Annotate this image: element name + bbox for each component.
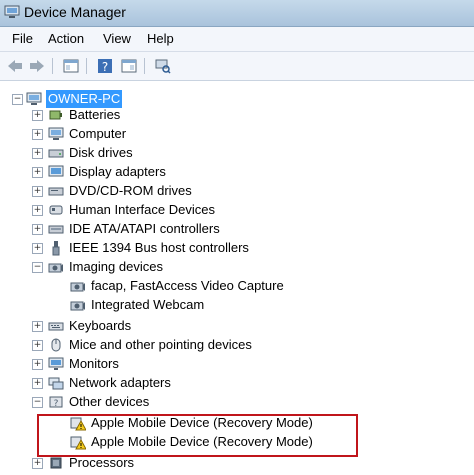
tree-item-mice[interactable]: + Mice and other pointing devices <box>0 336 474 354</box>
collapse-toggle[interactable]: − <box>12 94 23 105</box>
show-hide-console-tree-button[interactable] <box>62 57 80 75</box>
tree-item-computer[interactable]: + Computer <box>0 125 474 143</box>
ide-controller-icon <box>48 225 64 234</box>
tree-item-label: Network adapters <box>69 375 171 390</box>
tree-item-label: Monitors <box>69 356 119 371</box>
menu-bar: File Action View Help <box>0 27 474 52</box>
expand-toggle[interactable]: + <box>32 340 43 351</box>
console-tree-icon <box>63 59 79 73</box>
tree-item-hid[interactable]: + Human Interface Devices <box>0 201 474 219</box>
expand-toggle[interactable]: + <box>32 148 43 159</box>
tree-item-label: Other devices <box>69 394 150 409</box>
tree-item-ieee1394[interactable]: + IEEE 1394 Bus host controllers <box>0 239 474 257</box>
collapse-toggle[interactable]: − <box>32 262 43 273</box>
help-icon: ? <box>98 59 112 74</box>
monitor-icon <box>48 357 64 370</box>
title-bar: Device Manager <box>0 0 474 27</box>
expand-toggle[interactable]: + <box>32 224 43 235</box>
svg-text:?: ? <box>54 399 59 409</box>
expand-toggle[interactable]: + <box>32 243 43 254</box>
window-title: Device Manager <box>24 4 126 20</box>
imaging-device-icon <box>48 263 63 273</box>
expand-toggle[interactable]: + <box>32 186 43 197</box>
toolbar-separator <box>52 58 53 74</box>
hid-icon <box>49 205 63 215</box>
menu-action[interactable]: Action <box>48 31 84 46</box>
dvd-drive-icon <box>48 187 64 196</box>
device-manager-icon <box>4 5 20 18</box>
tree-item-label: Disk drives <box>69 145 133 160</box>
expand-toggle[interactable]: + <box>32 359 43 370</box>
tree-child-imaging[interactable]: Integrated Webcam <box>0 296 474 314</box>
tree-child-label: facap, FastAccess Video Capture <box>91 278 284 293</box>
toolbar-separator <box>86 58 87 74</box>
computer-icon <box>26 92 42 105</box>
menu-view[interactable]: View <box>103 31 131 46</box>
network-adapter-icon <box>48 377 64 390</box>
keyboard-icon <box>48 322 64 331</box>
help-button[interactable]: ? <box>96 57 114 75</box>
processor-icon <box>50 457 62 469</box>
tree-item-display-adapters[interactable]: + Display adapters <box>0 163 474 181</box>
expand-toggle[interactable]: + <box>32 458 43 469</box>
expand-toggle[interactable]: + <box>32 110 43 121</box>
tree-item-batteries[interactable]: + Batteries <box>0 106 474 124</box>
collapse-toggle[interactable]: − <box>32 397 43 408</box>
tree-child-label: Integrated Webcam <box>91 297 205 312</box>
tree-child-imaging[interactable]: facap, FastAccess Video Capture <box>0 277 474 295</box>
tree-item-ide[interactable]: + IDE ATA/ATAPI controllers <box>0 220 474 238</box>
scan-hardware-icon <box>155 59 171 74</box>
properties-button[interactable] <box>120 57 138 75</box>
expand-toggle[interactable]: + <box>32 205 43 216</box>
tree-item-network-adapters[interactable]: + Network adapters <box>0 374 474 392</box>
tree-item-label: Imaging devices <box>69 259 163 274</box>
tree-item-label: IDE ATA/ATAPI controllers <box>69 221 220 236</box>
mouse-icon <box>51 338 61 352</box>
display-adapter-icon <box>48 165 64 177</box>
tree-item-dvd-drives[interactable]: + DVD/CD-ROM drives <box>0 182 474 200</box>
tree-item-other-devices[interactable]: − ? Other devices <box>0 393 474 411</box>
tree-item-label: Batteries <box>69 107 121 122</box>
highlight-box <box>37 414 358 457</box>
tree-item-label: Mice and other pointing devices <box>69 337 252 352</box>
svg-text:?: ? <box>102 60 108 74</box>
forward-arrow-icon <box>30 60 44 72</box>
expand-toggle[interactable]: + <box>32 378 43 389</box>
webcam-icon <box>70 301 85 311</box>
scan-hardware-button[interactable] <box>154 57 172 75</box>
computer-icon <box>48 127 64 140</box>
tree-item-label: DVD/CD-ROM drives <box>69 183 192 198</box>
battery-icon <box>49 110 62 120</box>
tree-item-label: Computer <box>69 126 127 141</box>
menu-file[interactable]: File <box>12 31 33 46</box>
menu-help[interactable]: Help <box>147 31 174 46</box>
tree-item-monitors[interactable]: + Monitors <box>0 355 474 373</box>
expand-toggle[interactable]: + <box>32 129 43 140</box>
tree-item-label: Display adapters <box>69 164 166 179</box>
tree-item-label: Human Interface Devices <box>69 202 215 217</box>
imaging-device-icon <box>70 282 85 292</box>
tree-item-imaging-devices[interactable]: − Imaging devices <box>0 258 474 276</box>
expand-toggle[interactable]: + <box>32 321 43 332</box>
ieee1394-icon <box>52 241 60 256</box>
back-arrow-icon <box>8 60 22 72</box>
back-button[interactable] <box>6 57 24 75</box>
disk-drive-icon <box>48 149 64 158</box>
tree-item-label: Keyboards <box>69 318 132 333</box>
toolbar: ? <box>0 52 474 81</box>
tree-item-label: IEEE 1394 Bus host controllers <box>69 240 249 255</box>
other-devices-icon: ? <box>49 396 63 409</box>
toolbar-separator <box>144 58 145 74</box>
tree-item-disk-drives[interactable]: + Disk drives <box>0 144 474 162</box>
tree-item-keyboards[interactable]: + Keyboards <box>0 317 474 335</box>
expand-toggle[interactable]: + <box>32 167 43 178</box>
properties-icon <box>121 59 137 73</box>
forward-button[interactable] <box>28 57 46 75</box>
